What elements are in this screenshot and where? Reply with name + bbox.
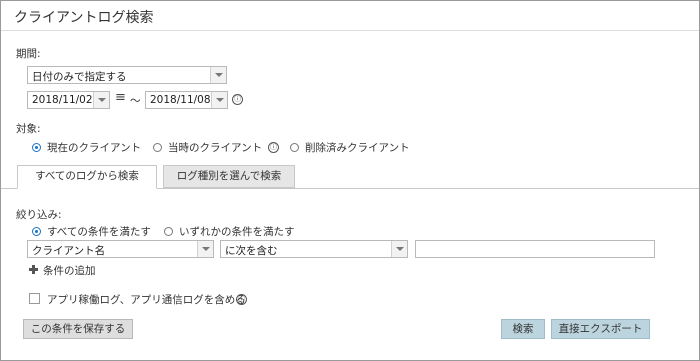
radio-match-any-label: いずれかの条件を満たす — [179, 226, 295, 238]
search-button[interactable]: 検索 — [501, 319, 545, 339]
page-title: クライアントログ検索 — [14, 10, 154, 26]
info-icon[interactable]: ⓘ — [236, 294, 247, 305]
radio-deleted-client[interactable] — [290, 143, 299, 152]
include-logs-label: アプリ稼働ログ、アプリ通信ログを含める — [47, 294, 246, 306]
filter-field-value: クライアント名 — [32, 245, 106, 257]
filter-operator-select[interactable]: に次を含む — [220, 240, 408, 258]
radio-deleted-client-label: 削除済みクライアント — [305, 142, 410, 154]
chevron-down-icon — [210, 67, 226, 83]
radio-current-client-label: 現在のクライアント — [47, 142, 142, 154]
date-from-value: 2018/11/02 — [32, 94, 93, 106]
radio-match-any[interactable] — [164, 227, 173, 236]
date-range-icon: ≡ — [115, 90, 126, 105]
title-divider — [1, 30, 699, 31]
date-to-select[interactable]: 2018/11/08 — [145, 91, 228, 109]
period-mode-value: 日付のみで指定する — [32, 71, 127, 83]
tab-search-by-log-type[interactable]: ログ種別を選んで検索 — [163, 165, 295, 188]
date-from-select[interactable]: 2018/11/02 — [27, 91, 110, 109]
chevron-down-icon — [211, 92, 227, 108]
save-condition-button[interactable]: この条件を保存する — [23, 319, 133, 339]
target-label: 対象: — [16, 123, 41, 135]
chevron-down-icon — [93, 92, 109, 108]
chevron-down-icon — [197, 241, 213, 257]
radio-current-client[interactable] — [32, 143, 41, 152]
chevron-down-icon — [391, 241, 407, 257]
radio-match-all-label: すべての条件を満たす — [47, 226, 151, 238]
filter-value-input[interactable] — [415, 240, 655, 258]
add-condition-link[interactable]: 条件の追加 — [43, 263, 96, 278]
range-tilde: 〜 — [130, 95, 141, 107]
filter-field-select[interactable]: クライアント名 — [27, 240, 214, 258]
radio-past-client-label: 当時のクライアント — [168, 142, 263, 154]
include-logs-checkbox[interactable] — [29, 293, 40, 304]
filter-operator-value: に次を含む — [225, 245, 278, 257]
radio-match-all[interactable] — [32, 227, 41, 236]
tab-search-all-logs[interactable]: すべてのログから検索 — [17, 165, 157, 189]
period-mode-select[interactable]: 日付のみで指定する — [27, 66, 227, 84]
direct-export-button[interactable]: 直接エクスポート — [551, 319, 650, 339]
info-icon[interactable]: ⓘ — [232, 94, 243, 105]
radio-past-client[interactable] — [153, 143, 162, 152]
info-icon[interactable]: ⓘ — [268, 142, 279, 153]
date-to-value: 2018/11/08 — [150, 94, 211, 106]
period-label: 期間: — [16, 48, 41, 60]
filter-label: 絞り込み: — [16, 209, 62, 221]
plus-icon[interactable] — [29, 265, 38, 274]
